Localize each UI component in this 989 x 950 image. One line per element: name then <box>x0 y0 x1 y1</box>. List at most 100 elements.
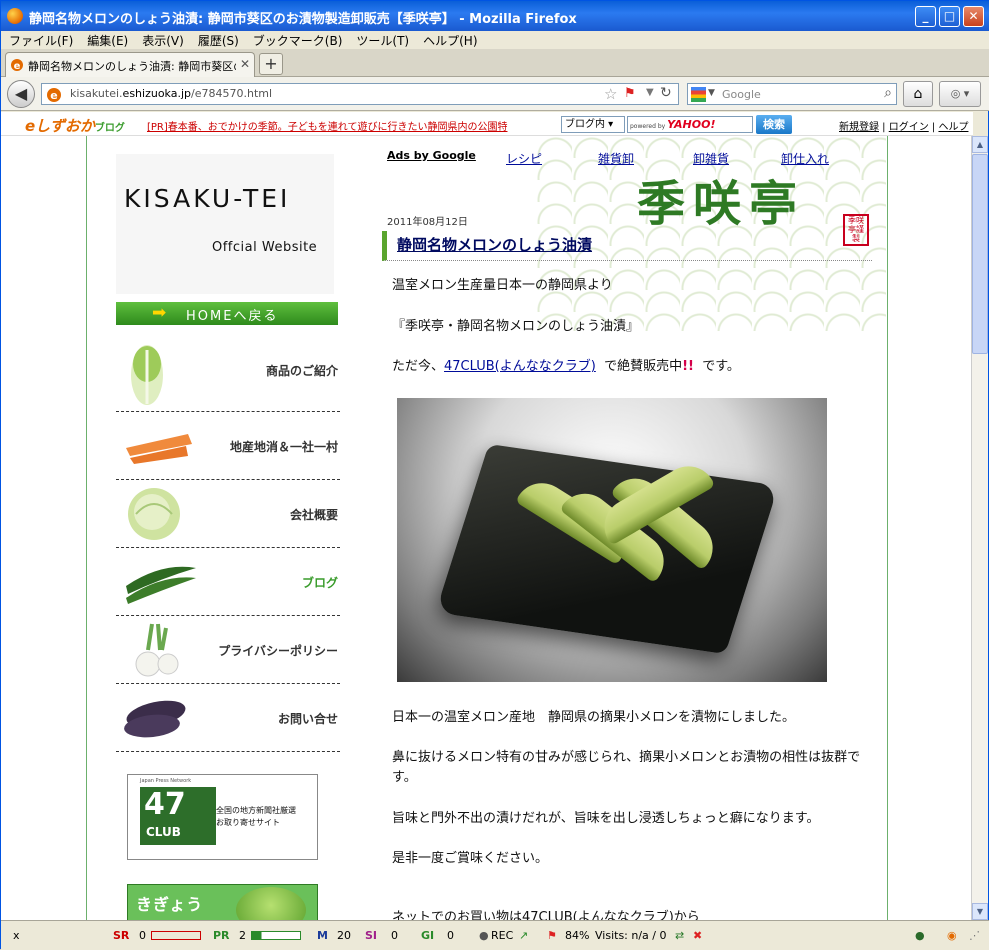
post-title-link[interactable]: 静岡名物メロンのしょう油漬 <box>397 234 592 255</box>
kigyou-banner[interactable]: きぎょう <box>127 884 318 920</box>
exclamation-icon: !! <box>682 359 694 374</box>
reload-icon[interactable]: ↻ <box>660 85 672 101</box>
sidebar-item-label: プライバシーポリシー <box>218 644 338 658</box>
post-paragraph: 旨味と門外不出の漬けだれが、旨味を出し浸透しちょっと癖になります。 <box>392 811 820 826</box>
kigyou-banner-text: きぎょう <box>136 895 204 914</box>
m-label: M <box>317 929 328 942</box>
home-button[interactable]: ⌂ <box>903 81 933 107</box>
title-bar: 静岡名物メロンのしょう油漬: 静岡市葵区のお漬物製造卸販売【季咲亭】 - Moz… <box>1 1 989 31</box>
post-title-block: 静岡名物メロンのしょう油漬 <box>382 231 872 261</box>
statusbar-close[interactable]: x <box>13 929 20 942</box>
post-paragraph: 日本一の温室メロン産地 静岡県の摘果小メロンを漬物にしました。 <box>392 710 796 725</box>
firefox-status-icon[interactable]: ◉ <box>947 929 957 942</box>
ad-link-recipe[interactable]: レシピ <box>506 150 542 167</box>
ads-by-google[interactable]: Ads by Google <box>387 149 476 162</box>
rec-label[interactable]: REC <box>491 929 513 942</box>
scroll-thumb[interactable] <box>972 154 988 354</box>
status-bar: x SR 0 PR 2 M 20 SI 0 GI 0 ● REC ↗ ⚑ 84%… <box>1 920 989 950</box>
menu-view[interactable]: 表示(V) <box>134 31 190 49</box>
search-icon[interactable]: ⌕ <box>884 85 892 101</box>
blog-header-bar: eしずおかブログ [PR]春本番、おでかけの季節。子どもを連れて遊びに行きたい静… <box>1 112 973 136</box>
yahoo-search-input[interactable]: powered by YAHOO! <box>627 116 753 133</box>
post-paragraph: 鼻に抜けるメロン特有の甘みが感じられ、摘果小メロンとお漬物の相性は抜群です。 <box>392 750 861 785</box>
47club-banner[interactable]: Japan Press Network 47 CLUB 全国の地方新聞社厳選 お取… <box>127 774 318 860</box>
blog-search-button[interactable]: 検索 <box>756 115 792 134</box>
gi-value: 0 <box>447 929 454 942</box>
ad-link-zakka[interactable]: 雑貨卸 <box>598 150 634 167</box>
banner-description: 全国の地方新聞社厳選 お取り寄せサイト <box>216 806 296 827</box>
login-link[interactable]: ログイン <box>889 122 929 133</box>
sidebar-item-company[interactable]: 会社概要 <box>116 480 340 548</box>
svg-text:e: e <box>50 89 57 102</box>
resize-grip-icon[interactable]: ⋰ <box>969 929 980 942</box>
window-title: 静岡名物メロンのしょう油漬: 静岡市葵区のお漬物製造卸販売【季咲亭】 - Moz… <box>29 12 577 27</box>
sidebar-item-label: 地産地消＆一社一村 <box>229 440 338 454</box>
new-tab-button[interactable]: + <box>259 53 283 75</box>
si-label: SI <box>365 929 378 942</box>
sidebar-item-blog[interactable]: ブログ <box>116 548 340 616</box>
addon-icon[interactable]: ● <box>915 929 925 942</box>
navigation-bar: ◀ e kisakutei.eshizuoka.jp/e784570.html … <box>1 77 989 111</box>
menu-help[interactable]: ヘルプ(H) <box>415 31 483 49</box>
url-dropdown-icon[interactable]: ▼ <box>646 87 654 98</box>
47club-logo: 47 CLUB <box>140 787 216 845</box>
scroll-up-icon[interactable]: ▲ <box>972 136 988 153</box>
minimize-button[interactable]: _ <box>915 6 936 27</box>
arrow-up-icon[interactable]: ↗ <box>519 929 528 942</box>
carrot-icon <box>126 434 192 464</box>
sidebar-item-products[interactable]: 商品のご紹介 <box>116 336 340 412</box>
flag-status-icon: ⚑ <box>547 929 557 942</box>
pr-label: PR <box>213 929 230 942</box>
search-engine-dropdown-icon[interactable]: ▼ <box>708 88 715 98</box>
menu-edit[interactable]: 編集(E) <box>79 31 134 49</box>
register-link[interactable]: 新規登録 <box>839 122 879 133</box>
47club-link[interactable]: 47CLUB(よんななクラブ) <box>444 359 596 374</box>
back-button[interactable]: ◀ <box>7 80 35 108</box>
flag-icon[interactable]: ⚑ <box>624 86 636 101</box>
page-content: KISAKU-TEI Offcial Website ➡ HOMEへ戻る 商品の… <box>1 136 971 920</box>
chinese-cabbage-icon <box>131 345 163 405</box>
menu-bar: ファイル(F) 編集(E) 表示(V) 履歴(S) ブックマーク(B) ツール(T) ヘルプ… <box>1 31 989 49</box>
post-paragraph: 是非一度ご賞味ください。 <box>392 851 549 866</box>
cabbage-icon <box>128 488 180 540</box>
brand-block: KISAKU-TEI Offcial Website <box>116 154 334 294</box>
eggplant-icon <box>124 700 186 738</box>
vertical-scrollbar[interactable]: ▲ ▼ <box>971 136 988 920</box>
eshizuoka-favicon-icon: e <box>11 59 23 72</box>
search-placeholder: Google <box>722 88 761 101</box>
sidebar-item-privacy[interactable]: プライバシーポリシー <box>116 616 340 684</box>
extension-button[interactable]: ◎ ▾ <box>939 81 981 107</box>
sr-label: SR <box>113 929 130 942</box>
search-scope-select[interactable]: ブログ内 ▾ <box>561 116 625 133</box>
m-value: 20 <box>337 929 351 942</box>
home-link-button[interactable]: ➡ HOMEへ戻る <box>116 302 338 325</box>
url-bar[interactable]: e kisakutei.eshizuoka.jp/e784570.html ☆ … <box>41 83 679 105</box>
sidebar-item-contact[interactable]: お問い合せ <box>116 684 340 752</box>
sr-value: 0 <box>139 929 146 942</box>
scroll-down-icon[interactable]: ▼ <box>972 903 988 920</box>
sync-icon[interactable]: ⇄ <box>675 929 684 942</box>
google-icon <box>691 87 706 102</box>
eshizuoka-logo[interactable]: eしずおかブログ <box>25 115 125 136</box>
melon-pickle-photo <box>397 398 827 682</box>
pr-link[interactable]: [PR]春本番、おでかけの季節。子どもを連れて遊びに行きたい静岡県内の公園特 <box>147 118 507 133</box>
maximize-button[interactable]: □ <box>939 6 960 27</box>
rec-dot-icon: ● <box>479 929 489 942</box>
menu-tools[interactable]: ツール(T) <box>348 31 415 49</box>
tab-active[interactable]: e 静岡名物メロンのしょう油漬: 静岡市葵区のお... ✕ <box>5 52 255 77</box>
menu-history[interactable]: 履歴(S) <box>190 31 245 49</box>
sidebar-item-local[interactable]: 地産地消＆一社一村 <box>116 412 340 480</box>
post-paragraph: ただ今、47CLUB(よんななクラブ) で絶賛販売中!! です。 <box>392 359 740 374</box>
close-button[interactable]: ✕ <box>963 6 984 27</box>
search-bar[interactable]: ▼ Google ⌕ <box>687 83 897 105</box>
sr-bar <box>151 931 201 940</box>
tab-close-icon[interactable]: ✕ <box>240 57 250 71</box>
sidebar-item-label: お問い合せ <box>277 712 338 726</box>
menu-file[interactable]: ファイル(F) <box>1 31 79 49</box>
post-date: 2011年08月12日 <box>387 217 468 228</box>
menu-bookmarks[interactable]: ブックマーク(B) <box>245 31 349 49</box>
gi-label: GI <box>421 929 435 942</box>
bookmark-star-icon[interactable]: ☆ <box>604 85 617 103</box>
help-link[interactable]: ヘルプ <box>938 122 968 133</box>
block-icon[interactable]: ✖ <box>693 929 702 942</box>
